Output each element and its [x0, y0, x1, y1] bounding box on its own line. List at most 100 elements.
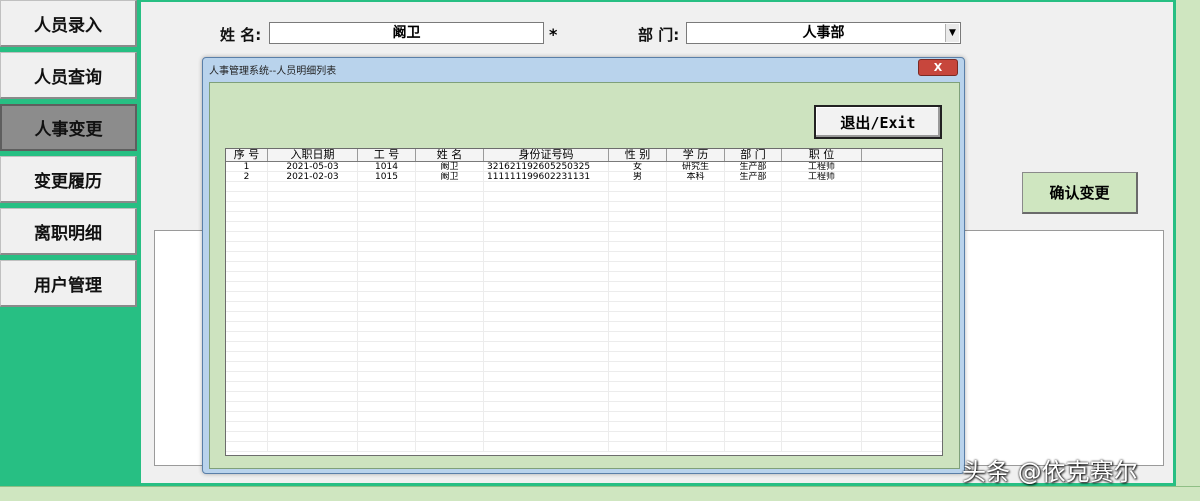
- table-cell-filler: [862, 212, 942, 221]
- table-row[interactable]: [226, 192, 942, 202]
- table-row[interactable]: [226, 332, 942, 342]
- table-cell: [725, 382, 782, 391]
- table-cell: [725, 182, 782, 191]
- table-row[interactable]: [226, 342, 942, 352]
- table-row[interactable]: 1 2021-05-03 1014 阚卫 321621192605250325 女研究生生…: [226, 162, 942, 172]
- sidebar-item-change-history[interactable]: 变更履历: [0, 156, 137, 203]
- table-row[interactable]: [226, 222, 942, 232]
- department-select[interactable]: 人事部 ▼: [686, 22, 961, 44]
- table-row[interactable]: 2 2021-02-03 1015 阚卫 111111199602231131 男本科 生产…: [226, 172, 942, 182]
- table-row[interactable]: [226, 382, 942, 392]
- table-cell: [268, 262, 358, 271]
- table-cell: [358, 292, 416, 301]
- table-cell: [609, 412, 667, 421]
- table-row[interactable]: [226, 292, 942, 302]
- table-cell: [782, 332, 862, 341]
- table-cell: [609, 322, 667, 331]
- table-cell: [416, 302, 484, 311]
- table-row[interactable]: [226, 232, 942, 242]
- table-cell: [268, 252, 358, 261]
- table-cell-filler: [862, 182, 942, 191]
- sidebar-item-personnel-query[interactable]: 人员查询: [0, 52, 137, 99]
- table-row[interactable]: [226, 442, 942, 452]
- table-cell: [725, 212, 782, 221]
- table-cell: [416, 242, 484, 251]
- confirm-change-button[interactable]: 确认变更: [1022, 172, 1138, 214]
- grid-header-cell[interactable]: 序 号: [226, 149, 268, 161]
- grid-header-cell[interactable]: 学 历: [667, 149, 725, 161]
- table-cell: [358, 412, 416, 421]
- table-cell: [416, 192, 484, 201]
- table-cell: [725, 302, 782, 311]
- table-cell: [226, 342, 268, 351]
- table-row[interactable]: [226, 322, 942, 332]
- table-cell: [725, 282, 782, 291]
- table-cell: [416, 342, 484, 351]
- grid-header-cell[interactable]: 姓 名: [416, 149, 484, 161]
- chevron-down-icon[interactable]: ▼: [945, 24, 959, 42]
- table-cell-filler: [862, 262, 942, 271]
- name-input[interactable]: 阚卫: [269, 22, 544, 44]
- table-row[interactable]: [226, 422, 942, 432]
- table-cell: [226, 422, 268, 431]
- table-cell: [358, 402, 416, 411]
- table-row[interactable]: [226, 202, 942, 212]
- table-row[interactable]: [226, 242, 942, 252]
- table-cell: [782, 232, 862, 241]
- table-cell: [782, 422, 862, 431]
- table-row[interactable]: [226, 182, 942, 192]
- table-cell: [416, 372, 484, 381]
- table-cell: [609, 342, 667, 351]
- table-cell: [358, 352, 416, 361]
- table-cell: [226, 322, 268, 331]
- sidebar-item-personnel-change[interactable]: 人事变更: [0, 104, 137, 151]
- table-row[interactable]: [226, 312, 942, 322]
- table-cell-filler: [862, 232, 942, 241]
- table-cell: 本科: [667, 172, 725, 181]
- sidebar-item-resignation-detail[interactable]: 离职明细: [0, 208, 137, 255]
- table-cell: [358, 442, 416, 451]
- table-row[interactable]: [226, 262, 942, 272]
- exit-button[interactable]: 退出/Exit: [814, 105, 942, 139]
- close-button[interactable]: X: [918, 59, 958, 76]
- table-cell: [667, 222, 725, 231]
- table-cell-filler: [862, 172, 942, 181]
- table-row[interactable]: [226, 372, 942, 382]
- table-cell: [268, 422, 358, 431]
- table-cell: [667, 402, 725, 411]
- table-cell: 女: [609, 162, 667, 171]
- table-cell: [268, 272, 358, 281]
- sidebar-item-user-management[interactable]: 用户管理: [0, 260, 137, 307]
- table-row[interactable]: [226, 252, 942, 262]
- table-row[interactable]: [226, 432, 942, 442]
- personnel-grid[interactable]: 序 号入职日期工 号姓 名身份证号码性 别学 历部 门职 位 1 2021-05-…: [225, 148, 943, 456]
- grid-header-cell[interactable]: 入职日期: [268, 149, 358, 161]
- table-row[interactable]: [226, 302, 942, 312]
- table-cell: [226, 432, 268, 441]
- table-row[interactable]: [226, 282, 942, 292]
- table-row[interactable]: [226, 402, 942, 412]
- table-row[interactable]: [226, 412, 942, 422]
- sidebar-item-personnel-entry[interactable]: 人员录入: [0, 0, 137, 47]
- grid-header-cell[interactable]: 部 门: [725, 149, 782, 161]
- table-cell: [484, 332, 609, 341]
- grid-header-cell[interactable]: 性 别: [609, 149, 667, 161]
- table-row[interactable]: [226, 212, 942, 222]
- table-cell: [484, 212, 609, 221]
- table-cell: [725, 342, 782, 351]
- grid-header-cell[interactable]: 职 位: [782, 149, 862, 161]
- grid-header-cell[interactable]: 身份证号码: [484, 149, 609, 161]
- name-label: 姓 名:: [220, 26, 262, 44]
- table-cell-filler: [862, 252, 942, 261]
- table-row[interactable]: [226, 272, 942, 282]
- table-cell: [358, 232, 416, 241]
- department-label: 部 门:: [638, 26, 680, 44]
- table-row[interactable]: [226, 352, 942, 362]
- table-cell: 2021-02-03: [268, 172, 358, 181]
- table-row[interactable]: [226, 392, 942, 402]
- table-cell-filler: [862, 162, 942, 171]
- grid-header-cell[interactable]: 工 号: [358, 149, 416, 161]
- table-cell: [226, 292, 268, 301]
- table-cell: 研究生: [667, 162, 725, 171]
- table-row[interactable]: [226, 362, 942, 372]
